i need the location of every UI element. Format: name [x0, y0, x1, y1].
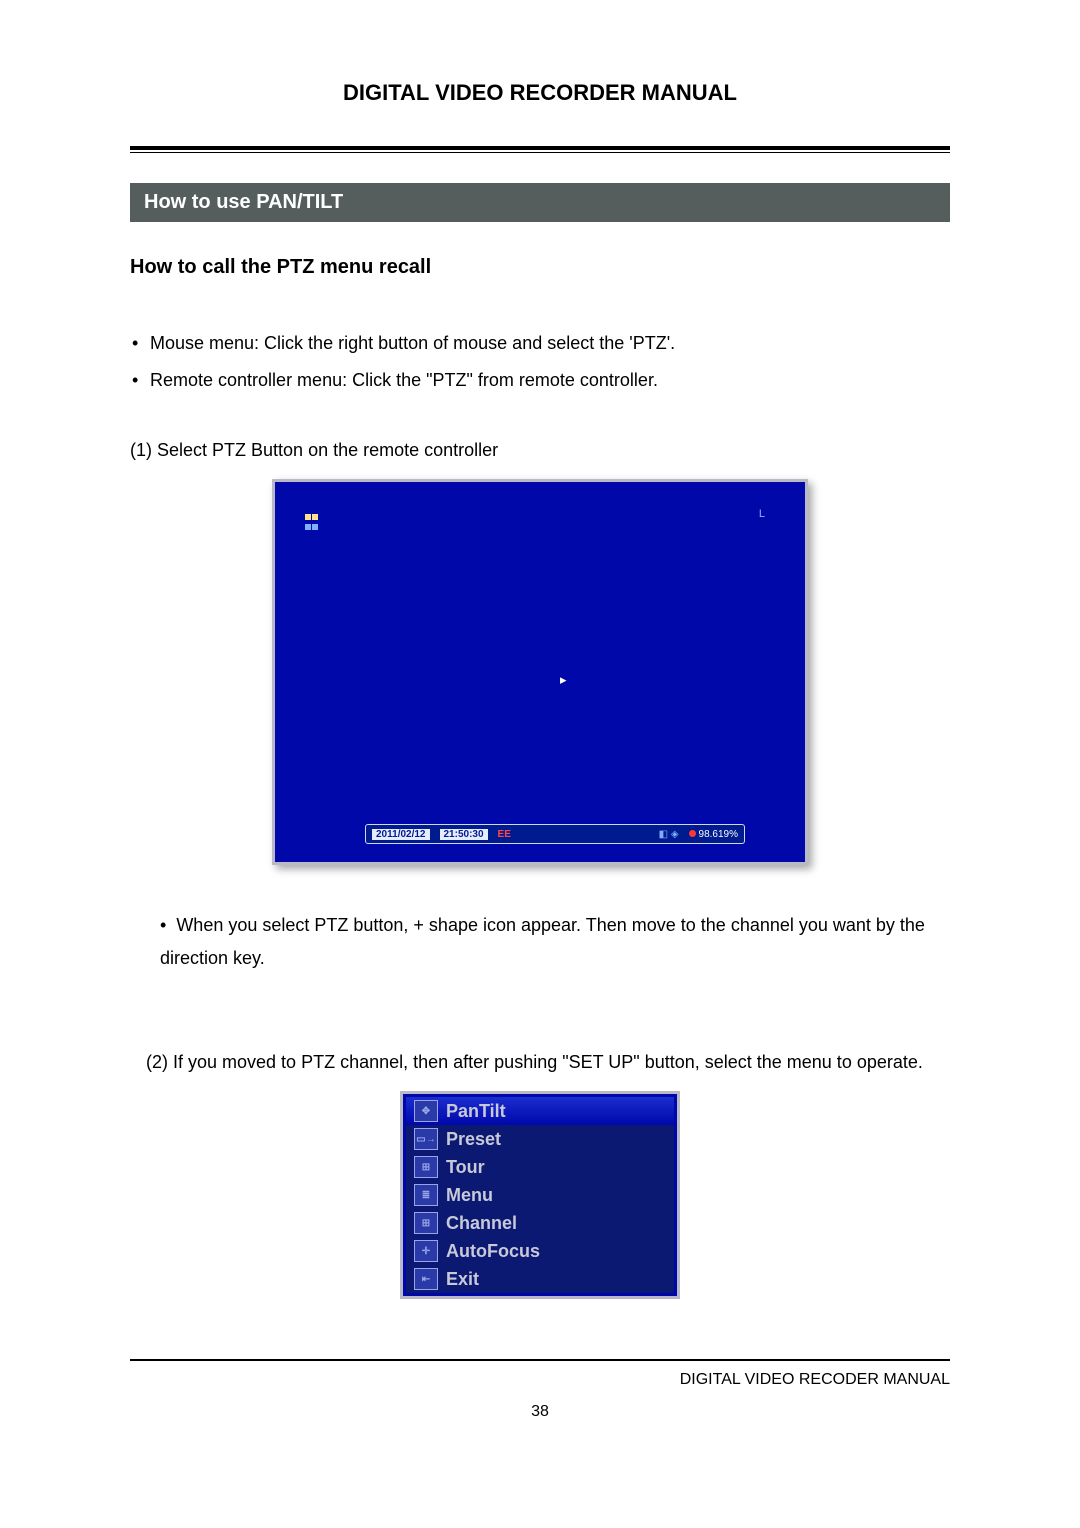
exit-icon: ⇤: [414, 1268, 438, 1290]
step-2-text: (2) If you moved to PTZ channel, then af…: [146, 1046, 950, 1079]
ptz-menu-label: Menu: [446, 1185, 493, 1206]
ptz-menu-label: Channel: [446, 1213, 517, 1234]
ptz-menu-item-preset[interactable]: ▭→ Preset: [406, 1125, 674, 1153]
ptz-menu-item-autofocus[interactable]: ✛ AutoFocus: [406, 1237, 674, 1265]
sub-heading: How to call the PTZ menu recall: [130, 256, 950, 279]
ptz-icon: ✥: [414, 1100, 438, 1122]
ptz-menu-item-pantilt[interactable]: ✥ PanTilt: [406, 1097, 674, 1125]
ptz-menu-label: Exit: [446, 1269, 479, 1290]
menu-icon: ≣: [414, 1184, 438, 1206]
step-1-text: (1) Select PTZ Button on the remote cont…: [130, 435, 950, 466]
status-pct: 98.619%: [689, 829, 738, 840]
ptz-menu: ✥ PanTilt ▭→ Preset ⊞ Tour ≣ Menu ⊞ Channel ✛ AutoF…: [406, 1097, 674, 1293]
bullet-item: Mouse menu: Click the right button of mo…: [130, 329, 950, 358]
status-icons: ◧ ◈: [659, 829, 679, 840]
step-1-note: When you select PTZ button, + shape icon…: [160, 909, 950, 976]
ptz-menu-item-exit[interactable]: ⇤ Exit: [406, 1265, 674, 1293]
ptz-menu-item-tour[interactable]: ⊞ Tour: [406, 1153, 674, 1181]
ptz-menu-item-menu[interactable]: ≣ Menu: [406, 1181, 674, 1209]
top-rule: [130, 146, 950, 153]
ptz-menu-label: PanTilt: [446, 1101, 506, 1122]
dvr-screenshot-2: ✥ PanTilt ▭→ Preset ⊞ Tour ≣ Menu ⊞ Channel ✛ AutoF…: [400, 1091, 680, 1299]
status-bar: 2011/02/12 21:50:30 EE ◧ ◈ 98.619%: [365, 824, 745, 844]
ptz-menu-label: AutoFocus: [446, 1241, 540, 1262]
footer-page-number: 38: [130, 1403, 950, 1421]
preset-icon: ▭→: [414, 1128, 438, 1150]
bullet-item: Remote controller menu: Click the "PTZ" …: [130, 366, 950, 395]
section-banner: How to use PAN/TILT: [130, 183, 950, 222]
ptz-menu-item-channel[interactable]: ⊞ Channel: [406, 1209, 674, 1237]
doc-title: DIGITAL VIDEO RECORDER MANUAL: [130, 80, 950, 106]
dvr-screenshot-1: L ▸ 2011/02/12 21:50:30 EE ◧ ◈ 98.619%: [272, 479, 808, 865]
channel-icon: ⊞: [414, 1212, 438, 1234]
footer-right: DIGITAL VIDEO RECODER MANUAL: [130, 1371, 950, 1389]
status-date: 2011/02/12: [372, 829, 430, 840]
bottom-rule: [130, 1359, 950, 1361]
ptz-menu-label: Tour: [446, 1157, 485, 1178]
autofocus-icon: ✛: [414, 1240, 438, 1262]
cursor-icon: ▸: [560, 672, 567, 688]
status-time: 21:50:30: [440, 829, 488, 840]
intro-bullets: Mouse menu: Click the right button of mo…: [130, 329, 950, 395]
ptz-menu-label: Preset: [446, 1129, 501, 1150]
corner-label: L: [759, 508, 765, 520]
grid-view-icon: [305, 514, 323, 532]
tour-icon: ⊞: [414, 1156, 438, 1178]
status-rec: EE: [498, 829, 511, 840]
